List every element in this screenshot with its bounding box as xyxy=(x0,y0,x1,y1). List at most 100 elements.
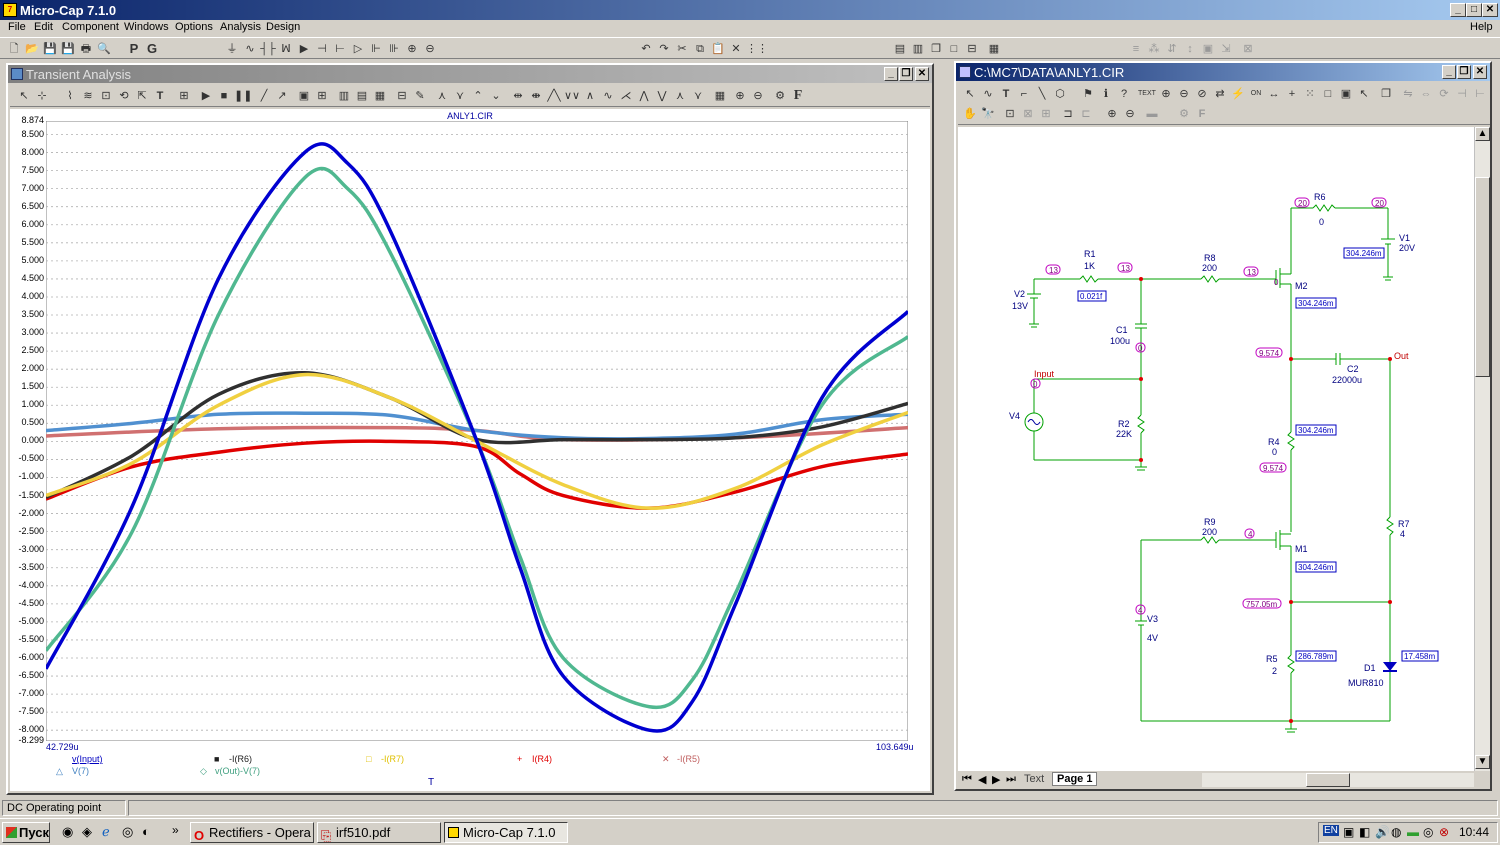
line-tool-icon[interactable]: ╱ xyxy=(256,88,272,104)
vscroll-thumb[interactable] xyxy=(1475,177,1490,377)
split-window-icon[interactable]: ⊟ xyxy=(964,41,980,57)
legend-r7[interactable]: -I(R7) xyxy=(381,754,404,764)
save-all-icon[interactable]: 💾 xyxy=(60,41,76,57)
sch-grid-icon[interactable]: ⊡ xyxy=(1002,106,1018,122)
menu-component[interactable]: Component xyxy=(62,21,119,33)
run-icon[interactable]: ▶ xyxy=(198,88,214,104)
hscroll-thumb[interactable] xyxy=(1306,773,1350,787)
sch-info-icon[interactable]: ℹ xyxy=(1098,86,1114,102)
zoom-in-icon[interactable]: ⊕ xyxy=(732,88,748,104)
stop-icon[interactable]: ■ xyxy=(216,88,232,104)
auto-scale-icon[interactable]: ⊡ xyxy=(98,88,114,104)
frame-icon[interactable]: ▣ xyxy=(296,88,312,104)
peak-icon[interactable]: ⋏ xyxy=(434,88,450,104)
schematic-close-button[interactable]: ✕ xyxy=(1473,65,1487,79)
sch-flag-icon[interactable]: ⚑ xyxy=(1080,86,1096,102)
transient-restore-button[interactable]: ❐ xyxy=(899,67,913,81)
close-button[interactable]: ✕ xyxy=(1482,3,1498,17)
quicklaunch-icon[interactable]: ◐ xyxy=(142,824,150,839)
sch-font-icon[interactable]: F xyxy=(1194,106,1210,122)
sch-current-icon[interactable]: ⊖ xyxy=(1176,86,1192,102)
schematic-hscrollbar[interactable] xyxy=(1202,773,1474,787)
mosfet-tool-icon[interactable]: ⊩ xyxy=(368,41,384,57)
quicklaunch-more-icon[interactable]: » xyxy=(172,823,179,837)
tray-icon-2[interactable]: ◧ xyxy=(1359,825,1370,839)
language-indicator[interactable]: EN xyxy=(1323,825,1339,836)
text-tool-icon[interactable]: T xyxy=(152,88,168,104)
legend-r6[interactable]: -I(R6) xyxy=(229,754,252,764)
label-icon[interactable]: ⊞ xyxy=(176,88,192,104)
plot-properties-icon[interactable]: ⌇ xyxy=(62,88,78,104)
align-icon[interactable]: ≡ xyxy=(1128,41,1144,57)
delete-icon[interactable]: ✕ xyxy=(728,41,744,57)
align2-icon[interactable]: ⁂ xyxy=(1146,41,1162,57)
sch-probe-icon[interactable]: ✋ xyxy=(962,106,978,122)
sch-rotate2-icon[interactable]: ⊣ xyxy=(1454,86,1470,102)
scroll-up-button[interactable]: ▲ xyxy=(1475,127,1490,141)
maximize-button[interactable]: □ xyxy=(1466,3,1482,17)
sch-box-icon[interactable]: □ xyxy=(1320,86,1336,102)
sch-copy-icon[interactable]: ❐ xyxy=(1378,86,1394,102)
menu-design[interactable]: Design xyxy=(266,21,300,33)
schematic-minimize-button[interactable]: _ xyxy=(1442,65,1456,79)
sch-select-icon[interactable]: ↖ xyxy=(962,86,978,102)
sch-cross-icon[interactable]: + xyxy=(1284,86,1300,102)
diode-tool-icon[interactable]: ▶ xyxy=(296,41,312,57)
slope6-icon[interactable]: ⋀ xyxy=(636,88,652,104)
sch-grid3-icon[interactable]: ⊞ xyxy=(1038,106,1054,122)
valley-icon[interactable]: ⋎ xyxy=(452,88,468,104)
p-button[interactable]: P xyxy=(126,41,142,57)
task-microcap[interactable]: Micro-Cap 7.1.0 xyxy=(444,822,568,843)
legend-r4[interactable]: I(R4) xyxy=(532,754,552,764)
ground-tool-icon[interactable]: ⏚ xyxy=(224,41,240,57)
menu-windows[interactable]: Windows xyxy=(124,21,169,33)
select-all-icon[interactable]: ⋮⋮ xyxy=(746,41,768,57)
transient-close-button[interactable]: ✕ xyxy=(915,67,929,81)
sch-line-icon[interactable]: ╲ xyxy=(1034,86,1050,102)
calculator-icon[interactable]: ▦ xyxy=(986,41,1002,57)
slope8-icon[interactable]: ⋏ xyxy=(672,88,688,104)
slope2-icon[interactable]: ∨∨ xyxy=(564,88,580,104)
transient-minimize-button[interactable]: _ xyxy=(884,67,898,81)
sch-grid2-icon[interactable]: ⊠ xyxy=(1020,106,1036,122)
scroll-down-button[interactable]: ▼ xyxy=(1475,755,1490,769)
page-nav-first[interactable]: ⏮ xyxy=(962,773,972,786)
slope7-icon[interactable]: ⋁ xyxy=(654,88,670,104)
media-icon[interactable]: ◎ xyxy=(122,824,133,840)
capacitor-tool-icon[interactable]: ┤├ xyxy=(260,41,276,57)
sch-settings-icon[interactable]: ⚙ xyxy=(1176,106,1192,122)
low-icon[interactable]: ⌄ xyxy=(488,88,504,104)
menu-options[interactable]: Options xyxy=(175,21,213,33)
sch-page2-icon[interactable]: ⊏ xyxy=(1078,106,1094,122)
align5-icon[interactable]: ▣ xyxy=(1200,41,1216,57)
sch-zoom-in-icon[interactable]: ⊕ xyxy=(1104,106,1120,122)
page-nav-prev[interactable]: ◀ xyxy=(978,773,986,786)
menu-file[interactable]: File xyxy=(8,21,26,33)
point-tag-icon[interactable]: ⇱ xyxy=(134,88,150,104)
legend-v7[interactable]: V(7) xyxy=(72,766,89,776)
scale-mode-icon[interactable]: ⊹ xyxy=(34,88,50,104)
align6-icon[interactable]: ⇲ xyxy=(1218,41,1234,57)
battery-tool-icon[interactable]: ⊣ xyxy=(314,41,330,57)
tab-text[interactable]: Text xyxy=(1024,773,1044,785)
sch-text2-icon[interactable]: TEXT xyxy=(1138,86,1156,102)
settings-icon[interactable]: ⚙ xyxy=(772,88,788,104)
pause-icon[interactable]: ❚❚ xyxy=(234,88,252,104)
task-opera[interactable]: O Rectifiers - Opera xyxy=(190,822,314,843)
tile-vertical-icon[interactable]: ▥ xyxy=(910,41,926,57)
copy-icon[interactable]: ⧉ xyxy=(692,41,708,57)
schematic-drawing[interactable]: R6 0 V1 20V R1 1K R8 200 M2 V2 13V C1 10… xyxy=(958,127,1474,771)
high-icon[interactable]: ⌃ xyxy=(470,88,486,104)
tab-page-1[interactable]: Page 1 xyxy=(1052,772,1098,786)
sch-wire-icon[interactable]: ∿ xyxy=(980,86,996,102)
sch-box2-icon[interactable]: ▣ xyxy=(1338,86,1354,102)
data-points-icon[interactable]: ▦ xyxy=(712,88,728,104)
schematic-canvas[interactable]: R6 0 V1 20V R1 1K R8 200 M2 V2 13V C1 10… xyxy=(958,127,1474,771)
npn-tool-icon[interactable]: ⊢ xyxy=(332,41,348,57)
sch-pin-icon[interactable]: ⚡ xyxy=(1230,86,1246,102)
window-icon[interactable]: □ xyxy=(946,41,962,57)
sch-pointer-icon[interactable]: ↖ xyxy=(1356,86,1372,102)
legend-r5[interactable]: -I(R5) xyxy=(677,754,700,764)
schematic-vscrollbar[interactable]: ▲ ▼ xyxy=(1474,127,1490,771)
task-pdf[interactable]: ⎘ irf510.pdf xyxy=(317,822,441,843)
